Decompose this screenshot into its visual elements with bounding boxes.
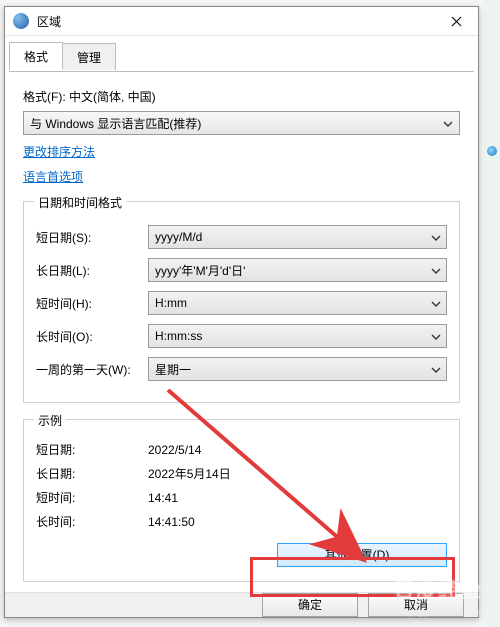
ex-value-long-date: 2022年5月14日 [148,465,447,482]
tab-divider [9,71,474,72]
tab-page-format: 格式(F): 中文(简体, 中国) 与 Windows 显示语言匹配(推荐) 更… [5,70,478,592]
label-long-time: 长时间(O): [36,328,148,345]
chevron-down-icon [431,265,441,279]
ex-value-long-time: 14:41:50 [148,515,447,529]
titlebar: 区域 [5,7,478,36]
ex-label-short-date: 短日期: [36,441,148,458]
link-change-sort[interactable]: 更改排序方法 [23,143,95,160]
more-settings-button[interactable]: 其他设置(D)... [277,543,447,567]
chevron-down-icon [431,331,441,345]
format-label: 格式(F): 中文(简体, 中国) [23,88,460,105]
tab-format[interactable]: 格式 [9,42,63,70]
tab-admin[interactable]: 管理 [62,43,116,70]
close-icon [451,16,462,27]
select-long-date-value: yyyy'年'M'月'd'日' [155,262,245,279]
group-datetime-formats: 日期和时间格式 短日期(S): yyyy/M/d 长日期(L): yyyy'年'… [23,201,460,403]
chevron-down-icon [431,232,441,246]
select-long-time[interactable]: H:mm:ss [148,324,447,348]
cancel-button[interactable]: 取消 [368,593,464,617]
dialog-buttons: 确定 取消 [5,592,478,617]
format-select[interactable]: 与 Windows 显示语言匹配(推荐) [23,111,460,135]
select-first-day[interactable]: 星期一 [148,357,447,381]
select-long-time-value: H:mm:ss [155,329,202,343]
ex-value-short-time: 14:41 [148,491,447,505]
background-app-icon [487,146,497,156]
chevron-down-icon [431,298,441,312]
window-title: 区域 [37,13,434,30]
ex-label-long-time: 长时间: [36,513,148,530]
tab-strip: 格式 管理 [5,42,478,70]
label-long-date: 长日期(L): [36,262,148,279]
chevron-down-icon [443,118,453,132]
group-examples: 示例 短日期: 2022/5/14 长日期: 2022年5月14日 短时间: 1… [23,419,460,582]
group-examples-legend: 示例 [34,412,66,429]
select-short-time[interactable]: H:mm [148,291,447,315]
label-short-time: 短时间(H): [36,295,148,312]
select-short-date-value: yyyy/M/d [155,230,202,244]
select-short-time-value: H:mm [155,296,187,310]
ex-value-short-date: 2022/5/14 [148,443,447,457]
group-datetime-legend: 日期和时间格式 [34,194,126,211]
globe-icon [13,13,29,29]
format-select-value: 与 Windows 显示语言匹配(推荐) [30,115,201,132]
label-short-date: 短日期(S): [36,229,148,246]
select-short-date[interactable]: yyyy/M/d [148,225,447,249]
close-button[interactable] [434,7,478,35]
ok-button[interactable]: 确定 [262,593,358,617]
select-first-day-value: 星期一 [155,361,191,378]
select-long-date[interactable]: yyyy'年'M'月'd'日' [148,258,447,282]
label-first-day: 一周的第一天(W): [36,361,148,378]
region-dialog: 区域 格式 管理 格式(F): 中文(简体, 中国) 与 Windows 显示语… [4,6,479,618]
link-lang-prefs[interactable]: 语言首选项 [23,168,83,185]
links: 更改排序方法 语言首选项 [23,143,460,185]
chevron-down-icon [431,364,441,378]
ex-label-short-time: 短时间: [36,489,148,506]
ex-label-long-date: 长日期: [36,465,148,482]
